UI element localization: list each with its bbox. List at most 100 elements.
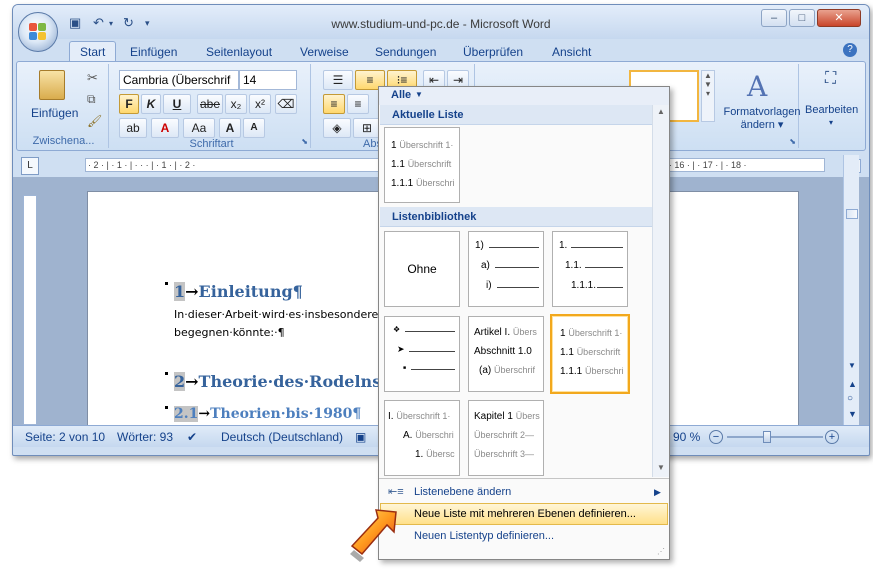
editing-dropdown-icon[interactable]: ▾ [829,118,833,127]
style-gallery-scroll[interactable]: ▲ ▼ ▾ [701,70,715,122]
minimize-button[interactable]: – [761,9,787,27]
copy-icon[interactable]: ⧉ [87,92,96,107]
language-indicator[interactable]: Deutsch (Deutschland) [221,430,343,444]
change-case-button[interactable]: Aa [183,118,215,138]
tab-ansicht[interactable]: Ansicht [552,45,591,59]
binoculars-icon[interactable]: ⛶ [825,70,836,88]
section-list-library: Listenbibliothek [380,207,652,227]
filter-label[interactable]: Alle [391,89,411,101]
zoom-slider[interactable] [727,436,823,438]
highlight-icon[interactable]: ab [119,118,147,138]
gallery-filter[interactable]: Alle ▼ [379,87,669,105]
gallery-scroll-up-icon[interactable]: ▲ [657,107,665,116]
change-styles-label[interactable]: Formatvorlagen ändern ▾ [719,106,805,132]
article-level-1-num: Artikel I. [474,327,511,338]
roman-level-3-num: 1. [415,449,424,460]
list-style-none[interactable]: Ohne [384,231,460,307]
tab-einfuegen[interactable]: Einfügen [130,45,177,59]
bold-button[interactable]: F [119,94,139,114]
browse-object-icon[interactable]: ○ [847,393,853,404]
borders-icon[interactable]: ⊞ [353,118,381,138]
tab-selector-button[interactable]: L [21,157,39,175]
heading-3[interactable]: 2.1→Theorien·bis·1980¶ [174,406,361,422]
list-style-article[interactable]: Artikel I. Übers Abschnitt 1.0 (a) Übers… [468,316,544,392]
help-icon[interactable]: ? [843,43,857,57]
font-name-combo[interactable]: Cambria (Überschrif [119,70,239,90]
undo-icon[interactable]: ↶ [93,15,104,33]
tab-verweise[interactable]: Verweise [300,45,349,59]
list-style-headings-selected[interactable]: 1 Überschrift 1· 1.1 Überschrift 1.1.1 Ü… [550,314,630,394]
paragraph-line-1[interactable]: In·dieser·Arbeit·wird·es·insbesondere·d [174,308,389,321]
clear-formatting-icon[interactable]: ⌫ [275,94,297,114]
gallery-scroll-down-icon[interactable]: ▼ [657,463,665,472]
zoom-in-icon[interactable]: + [825,430,839,444]
heading-2[interactable]: 2→Theorie·des·Rodelns¶ [174,372,391,391]
undo-dropdown-icon[interactable]: ▾ [109,19,113,37]
heading-1[interactable]: 1→Einleitung¶ [174,282,303,301]
selected-level-3-text: Überschri [585,366,624,376]
save-icon[interactable]: ▣ [69,15,81,33]
proofing-icon[interactable]: ✔ [187,430,197,444]
page-count[interactable]: Seite: 2 von 10 [25,430,105,444]
editing-button-label[interactable]: Bearbeiten [805,104,858,116]
scroll-down-icon[interactable]: ▼ [848,361,856,370]
previous-page-icon[interactable]: ▲ [848,379,857,389]
zoom-out-icon[interactable]: − [709,430,723,444]
menu-change-list-level[interactable]: ⇤≡ Listenebene ändern ▶ [380,481,668,503]
zoom-level[interactable]: 90 % [673,430,700,444]
customize-qat-icon[interactable]: ▾ [145,18,150,36]
vertical-scrollbar[interactable]: ▼ ▲ ○ ▼ [843,155,859,425]
next-page-icon[interactable]: ▼ [848,409,857,419]
cut-icon[interactable]: ✂ [87,70,98,86]
menu-define-list-style[interactable]: Neuen Listentyp definieren... [380,525,668,547]
office-button[interactable] [18,12,58,52]
font-dialog-launcher-icon[interactable]: ⬊ [301,137,308,146]
paste-button-label[interactable]: Einfügen [31,106,78,120]
selected-level-2-text: Überschrift [576,347,621,357]
gallery-scrollbar[interactable]: ▲ ▼ [652,105,669,477]
font-size-combo[interactable]: 14 [239,70,297,90]
grow-font-button[interactable]: A [219,118,241,138]
shading-icon[interactable]: ◈ [323,118,351,138]
paragraph-line-2[interactable]: begegnen·könnte:·¶ [174,326,285,339]
list-style-roman[interactable]: I. Überschrift 1· A. Überschri 1. Übersc [384,400,460,476]
change-styles-icon[interactable]: A [747,70,767,103]
list-style-bullets[interactable]: ❖ ➤ ■ [384,316,460,392]
align-center-icon[interactable]: ≡ [347,94,369,114]
list-style-numbered-paren[interactable]: 1) a) i) [468,231,544,307]
current-list-item[interactable]: 1 Überschrift 1· 1.1 Überschrift 1.1.1 Ü… [384,127,460,203]
superscript-button[interactable]: x² [249,94,271,114]
shrink-font-button[interactable]: A [243,118,265,138]
tab-sendungen[interactable]: Sendungen [375,45,436,59]
filter-dropdown-icon[interactable]: ▼ [415,90,423,99]
menu-define-multilevel-list[interactable]: Neue Liste mit mehreren Ebenen definiere… [380,503,668,525]
current-level-2-num: 1.1 [391,159,405,170]
resize-grip-icon[interactable]: ⋰ [657,547,665,556]
maximize-button[interactable]: □ [789,9,815,27]
underline-button[interactable]: U [163,94,191,114]
macro-record-icon[interactable]: ▣ [355,430,366,444]
align-left-icon[interactable]: ≡ [323,94,345,114]
close-button[interactable]: ✕ [817,9,861,27]
subscript-button[interactable]: x₂ [225,94,247,114]
vertical-ruler[interactable] [23,195,37,425]
styles-dialog-launcher-icon[interactable]: ⬊ [789,137,796,146]
tab-ueberpruefen[interactable]: Überprüfen [463,45,523,59]
zoom-slider-thumb[interactable] [763,431,771,443]
strikethrough-button[interactable]: abe [197,94,223,114]
ribbon-tabs: Start Einfügen Seitenlayout Verweise Sen… [13,39,869,63]
scroll-thumb[interactable] [846,209,858,219]
list-style-numbered-dotted[interactable]: 1. 1.1. 1.1.1. [552,231,628,307]
redo-icon[interactable]: ↻ [123,15,134,33]
level-line [585,267,623,268]
format-painter-icon[interactable]: 🖌 [87,114,102,128]
paste-icon[interactable] [39,70,65,100]
level-line [571,247,623,248]
bullets-icon[interactable]: ☰ [323,70,353,90]
tab-start[interactable]: Start [69,41,117,63]
font-color-icon[interactable]: A [151,118,179,138]
italic-button[interactable]: K [141,94,161,114]
list-style-chapter[interactable]: Kapitel 1 Übers Überschrift 2— Überschri… [468,400,544,476]
tab-seitenlayout[interactable]: Seitenlayout [206,45,272,59]
word-count[interactable]: Wörter: 93 [117,430,173,444]
